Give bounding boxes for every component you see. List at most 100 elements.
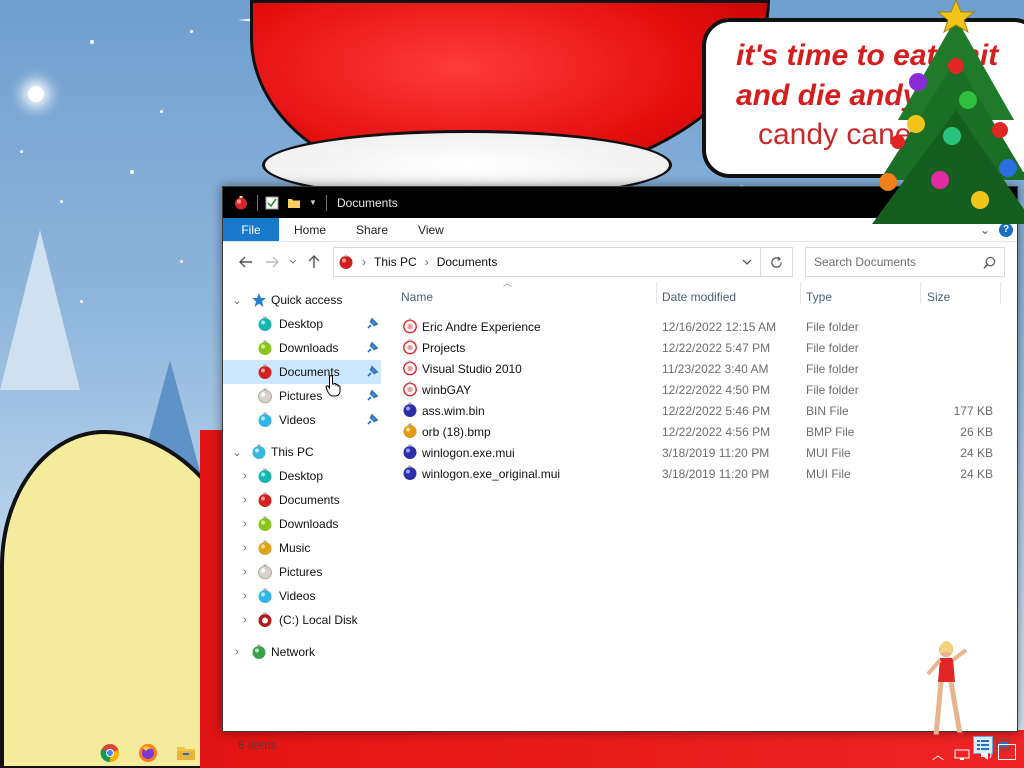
- documents-orb-icon: [258, 492, 272, 507]
- file-explorer-icon[interactable]: [176, 743, 196, 763]
- sidebar-item-qa-documents[interactable]: Documents: [223, 360, 381, 384]
- downloads-orb-icon: [258, 516, 272, 531]
- chevron-right-icon[interactable]: ›: [239, 614, 251, 626]
- pin-icon[interactable]: [365, 389, 379, 403]
- file-type: File folder: [806, 341, 859, 355]
- breadcrumb-separator-icon[interactable]: ›: [362, 255, 366, 269]
- column-divider[interactable]: [800, 282, 801, 304]
- breadcrumb-this-pc[interactable]: This PC: [374, 255, 417, 269]
- sidebar-item-qa-downloads[interactable]: Downloads: [223, 336, 381, 360]
- column-divider[interactable]: [1000, 282, 1001, 304]
- chevron-right-icon[interactable]: ›: [239, 566, 251, 578]
- christmas-tree-sticker: [872, 0, 1024, 224]
- firefox-icon[interactable]: [138, 743, 158, 763]
- network-orb-icon: [252, 644, 266, 659]
- sidebar-item-pc-pictures[interactable]: › Pictures: [223, 560, 381, 584]
- chevron-right-icon[interactable]: ›: [239, 470, 251, 482]
- table-row[interactable]: winlogon.exe_original.mui 3/18/2019 11:2…: [381, 463, 1017, 484]
- address-history-dropdown[interactable]: [734, 248, 760, 276]
- sidebar-item-qa-desktop[interactable]: Desktop: [223, 312, 381, 336]
- sidebar-item-pc-local-disk[interactable]: › (C:) Local Disk: [223, 608, 381, 632]
- chevron-right-icon[interactable]: ›: [239, 518, 251, 530]
- sort-ascending-icon: ︿: [503, 278, 513, 288]
- quick-access-toolbar-dropdown-icon[interactable]: ▼: [308, 195, 318, 211]
- network-icon[interactable]: [954, 749, 970, 761]
- window-orb-icon[interactable]: [233, 195, 249, 211]
- tab-file[interactable]: File: [223, 218, 279, 241]
- this-pc-orb-icon: [339, 254, 353, 269]
- properties-icon[interactable]: [264, 195, 280, 211]
- file-date: 11/23/2022 3:40 AM: [662, 362, 769, 376]
- sidebar-item-network[interactable]: › Network: [223, 640, 381, 664]
- address-bar[interactable]: › This PC › Documents: [333, 247, 761, 277]
- show-hidden-icons-icon[interactable]: ︿: [932, 746, 944, 763]
- chevron-right-icon[interactable]: ›: [239, 590, 251, 602]
- pin-icon[interactable]: [365, 317, 379, 331]
- chevron-right-icon[interactable]: ›: [239, 494, 251, 506]
- chevron-down-icon[interactable]: ⌄: [231, 446, 243, 459]
- chrome-icon[interactable]: [100, 743, 120, 763]
- new-folder-icon[interactable]: [286, 195, 302, 211]
- folder-orb-icon: [403, 318, 417, 334]
- file-size: 177 KB: [953, 404, 993, 418]
- forward-button[interactable]: [259, 249, 285, 275]
- search-icon[interactable]: [983, 256, 996, 269]
- column-header-size[interactable]: Size: [927, 290, 950, 304]
- sidebar-item-qa-pictures[interactable]: Pictures: [223, 384, 381, 408]
- breadcrumb-separator-icon[interactable]: ›: [425, 255, 429, 269]
- file-type: File folder: [806, 320, 859, 334]
- desktop-orb-icon: [258, 316, 272, 331]
- table-row[interactable]: winbGAY 12/22/2022 4:50 PM File folder: [381, 379, 1017, 400]
- sidebar-item-label: Desktop: [279, 469, 324, 483]
- column-header-name[interactable]: Name: [401, 290, 433, 304]
- sidebar-item-qa-videos[interactable]: Videos: [223, 408, 381, 432]
- file-type: BIN File: [806, 404, 849, 418]
- sidebar-item-label: (C:) Local Disk: [279, 613, 358, 627]
- table-row[interactable]: Visual Studio 2010 11/23/2022 3:40 AM Fi…: [381, 358, 1017, 379]
- pin-icon[interactable]: [365, 413, 379, 427]
- chevron-right-icon[interactable]: ›: [231, 646, 243, 658]
- navigation-bar: › This PC › Documents Search Documents: [223, 242, 1017, 282]
- breadcrumb-documents[interactable]: Documents: [437, 255, 498, 269]
- desktop-orb-icon: [258, 468, 272, 483]
- back-button[interactable]: [233, 249, 259, 275]
- file-orb-icon: [403, 444, 417, 459]
- pin-icon[interactable]: [365, 365, 379, 379]
- chevron-down-icon[interactable]: ⌄: [231, 294, 243, 307]
- sidebar-item-pc-desktop[interactable]: › Desktop: [223, 464, 381, 488]
- search-input[interactable]: Search Documents: [814, 255, 983, 269]
- tab-home[interactable]: Home: [279, 218, 341, 241]
- refresh-button[interactable]: [761, 247, 793, 277]
- column-header-date[interactable]: Date modified: [662, 290, 736, 304]
- downloads-orb-icon: [258, 340, 272, 355]
- file-type: BMP File: [806, 425, 855, 439]
- tab-view[interactable]: View: [403, 218, 459, 241]
- table-row[interactable]: winlogon.exe.mui 3/18/2019 11:20 PM MUI …: [381, 442, 1017, 463]
- pin-icon[interactable]: [365, 341, 379, 355]
- sidebar-item-this-pc[interactable]: ⌄ This PC: [223, 440, 381, 464]
- taskbar: ︿: [0, 738, 1024, 768]
- chevron-right-icon[interactable]: ›: [239, 542, 251, 554]
- column-divider[interactable]: [656, 282, 657, 304]
- file-name: winlogon.exe.mui: [422, 446, 515, 460]
- table-row[interactable]: ass.wim.bin 12/22/2022 5:46 PM BIN File …: [381, 400, 1017, 421]
- file-date: 12/22/2022 4:56 PM: [662, 425, 771, 439]
- up-button[interactable]: [301, 249, 327, 275]
- column-divider[interactable]: [920, 282, 921, 304]
- sidebar-item-pc-videos[interactable]: › Videos: [223, 584, 381, 608]
- volume-icon[interactable]: [980, 749, 994, 761]
- action-center-icon[interactable]: [998, 744, 1016, 760]
- table-row[interactable]: orb (18).bmp 12/22/2022 4:56 PM BMP File…: [381, 421, 1017, 442]
- file-name: Projects: [422, 341, 466, 355]
- table-row[interactable]: Eric Andre Experience 12/16/2022 12:15 A…: [381, 316, 1017, 337]
- sidebar-item-pc-documents[interactable]: › Documents: [223, 488, 381, 512]
- column-header-type[interactable]: Type: [806, 290, 832, 304]
- sidebar-item-pc-downloads[interactable]: › Downloads: [223, 512, 381, 536]
- table-row[interactable]: Projects 12/22/2022 5:47 PM File folder: [381, 337, 1017, 358]
- sidebar-item-pc-music[interactable]: › Music: [223, 536, 381, 560]
- recent-locations-button[interactable]: [285, 249, 301, 275]
- sidebar-item-quick-access[interactable]: ⌄ Quick access: [223, 288, 381, 312]
- tab-share[interactable]: Share: [341, 218, 403, 241]
- search-box[interactable]: Search Documents: [805, 247, 1005, 277]
